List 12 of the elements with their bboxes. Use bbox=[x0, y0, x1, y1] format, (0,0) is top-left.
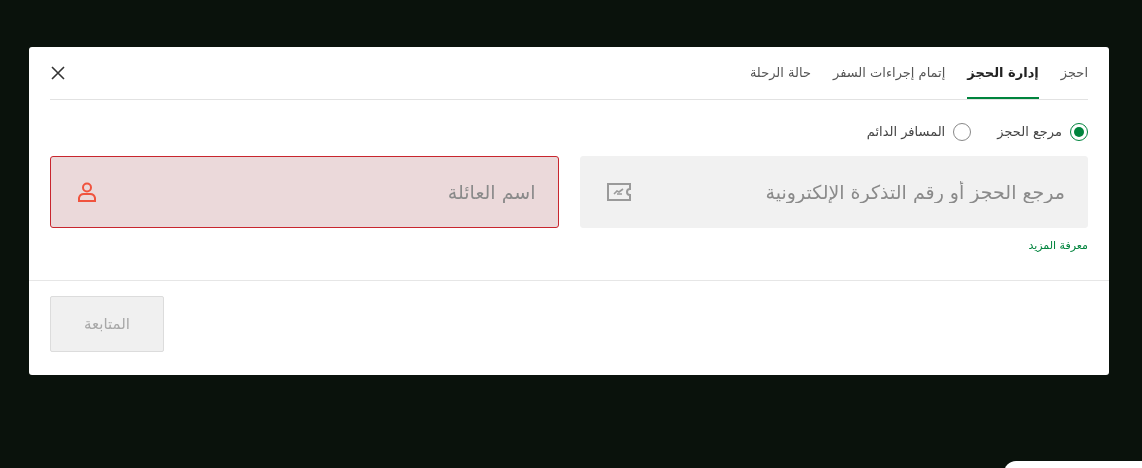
ticket-icon bbox=[605, 182, 632, 202]
radio-label: المسافر الدائم bbox=[866, 123, 946, 142]
close-button[interactable] bbox=[50, 65, 66, 81]
close-icon bbox=[51, 66, 65, 80]
learn-more-link[interactable]: معرفة المزيد bbox=[1028, 238, 1088, 256]
tab[interactable]: إتمام إجراءات السفر bbox=[833, 47, 946, 99]
tab[interactable]: احجز bbox=[1060, 47, 1088, 99]
person-icon bbox=[76, 181, 98, 203]
tab[interactable]: إدارة الحجز bbox=[967, 47, 1039, 99]
input-field[interactable]: اسم العائلة bbox=[50, 156, 559, 228]
tab[interactable]: حالة الرحلة bbox=[749, 47, 811, 99]
radio-label: مرجع الحجز bbox=[997, 123, 1062, 142]
